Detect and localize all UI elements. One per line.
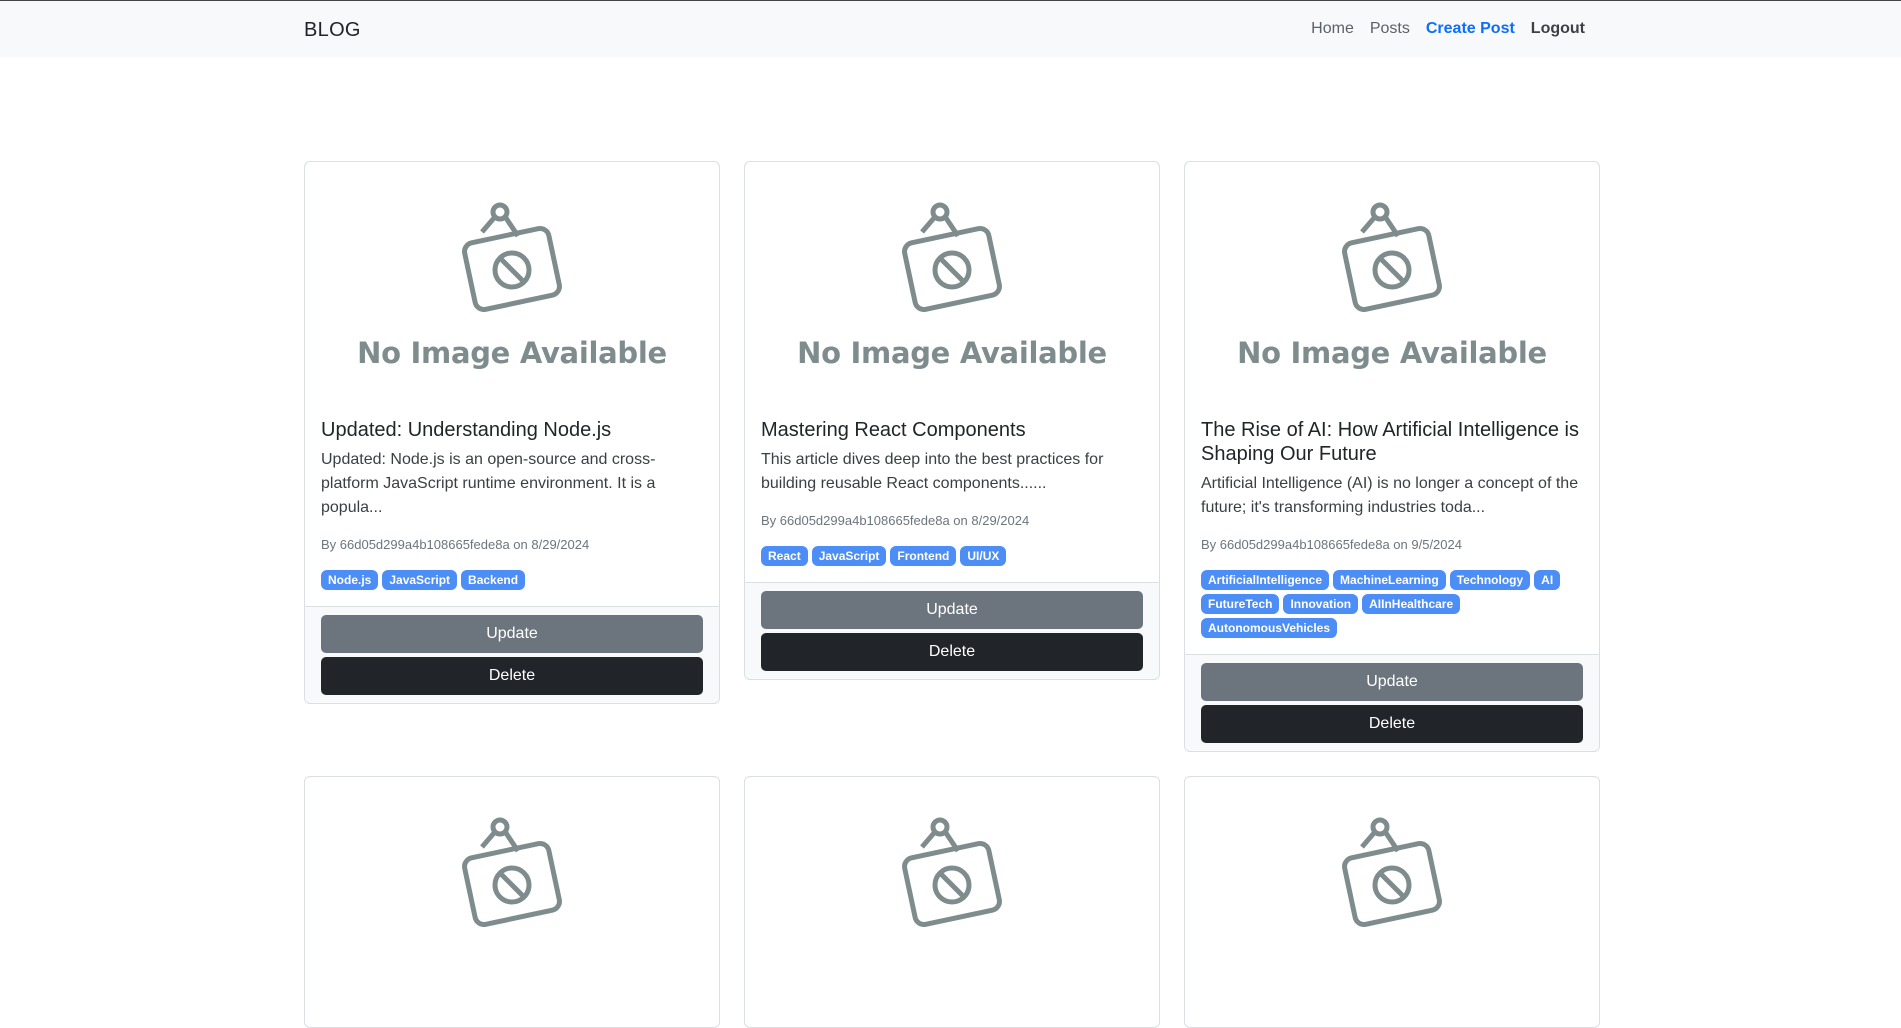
no-image-icon <box>462 817 562 928</box>
tag-badge: JavaScript <box>382 570 458 590</box>
post-card <box>304 776 720 1028</box>
post-title[interactable]: Mastering React Components <box>761 418 1143 442</box>
post-card-footer: Update Delete <box>745 582 1159 679</box>
no-image-icon <box>902 817 1002 928</box>
no-image-icon <box>1342 202 1442 313</box>
nav-link-create-post[interactable]: Create Post <box>1418 20 1523 38</box>
tag-badge: AutonomousVehicles <box>1201 618 1338 638</box>
post-image-placeholder: No Image Available <box>745 162 1159 412</box>
tag-badge: JavaScript <box>811 546 887 566</box>
tag-badge: Frontend <box>890 546 957 566</box>
post-tags: ArtificialIntelligence MachineLearning T… <box>1201 570 1583 638</box>
no-image-icon <box>1342 817 1442 928</box>
tag-badge: Node.js <box>321 570 379 590</box>
post-title[interactable]: The Rise of AI: How Artificial Intellige… <box>1201 418 1583 466</box>
tag-badge: ArtificialIntelligence <box>1201 570 1330 590</box>
brand-logo[interactable]: BLOG <box>304 19 361 42</box>
update-button[interactable]: Update <box>1201 663 1583 701</box>
post-card-body: Mastering React Components This article … <box>745 418 1159 582</box>
post-image-placeholder: No Image Available <box>1185 162 1599 412</box>
post-card-body: The Rise of AI: How Artificial Intellige… <box>1185 418 1599 654</box>
post-card-body: Updated: Understanding Node.js Updated: … <box>305 418 719 606</box>
no-image-icon <box>902 202 1002 313</box>
post-image-placeholder <box>1185 777 1599 1027</box>
no-image-text: No Image Available <box>357 336 667 370</box>
update-button[interactable]: Update <box>761 591 1143 629</box>
tag-badge: FutureTech <box>1201 594 1280 614</box>
post-image-placeholder: No Image Available <box>305 162 719 412</box>
post-excerpt: Artificial Intelligence (AI) is no longe… <box>1201 475 1579 516</box>
tag-badge: Technology <box>1449 570 1531 590</box>
post-card-footer: Update Delete <box>305 606 719 703</box>
tag-badge: UI/UX <box>960 546 1007 566</box>
nav-link-logout[interactable]: Logout <box>1523 20 1593 38</box>
post-meta: By 66d05d299a4b108665fede8a on 9/5/2024 <box>1201 537 1462 552</box>
delete-button[interactable]: Delete <box>321 657 703 695</box>
no-image-icon <box>462 202 562 313</box>
tag-badge: Innovation <box>1283 594 1359 614</box>
delete-button[interactable]: Delete <box>1201 705 1583 743</box>
post-card <box>744 776 1160 1028</box>
posts-grid: No Image Available Updated: Understandin… <box>304 161 1600 1028</box>
tag-badge: AIInHealthcare <box>1362 594 1461 614</box>
tag-badge: AI <box>1534 570 1561 590</box>
update-button[interactable]: Update <box>321 615 703 653</box>
delete-button[interactable]: Delete <box>761 633 1143 671</box>
tag-badge: MachineLearning <box>1333 570 1446 590</box>
post-title[interactable]: Updated: Understanding Node.js <box>321 418 703 442</box>
nav-links: Home Posts Create Post Logout <box>1303 20 1593 38</box>
no-image-text: No Image Available <box>797 336 1107 370</box>
no-image-text: No Image Available <box>1237 336 1547 370</box>
post-card <box>1184 776 1600 1028</box>
post-meta: By 66d05d299a4b108665fede8a on 8/29/2024 <box>321 537 590 552</box>
tag-badge: React <box>761 546 808 566</box>
nav-link-posts[interactable]: Posts <box>1362 20 1418 38</box>
nav-link-home[interactable]: Home <box>1303 20 1362 38</box>
post-tags: React JavaScript Frontend UI/UX <box>761 546 1143 566</box>
post-card: No Image Available Mastering React Compo… <box>744 161 1160 680</box>
navbar: BLOG Home Posts Create Post Logout <box>0 1 1901 57</box>
post-excerpt: This article dives deep into the best pr… <box>761 451 1104 492</box>
post-tags: Node.js JavaScript Backend <box>321 570 703 590</box>
post-card: No Image Available Updated: Understandin… <box>304 161 720 704</box>
post-image-placeholder <box>305 777 719 1027</box>
post-card: No Image Available The Rise of AI: How A… <box>1184 161 1600 752</box>
tag-badge: Backend <box>461 570 526 590</box>
post-excerpt: Updated: Node.js is an open-source and c… <box>321 451 656 516</box>
post-image-placeholder <box>745 777 1159 1027</box>
post-meta: By 66d05d299a4b108665fede8a on 8/29/2024 <box>761 513 1030 528</box>
post-card-footer: Update Delete <box>1185 654 1599 751</box>
